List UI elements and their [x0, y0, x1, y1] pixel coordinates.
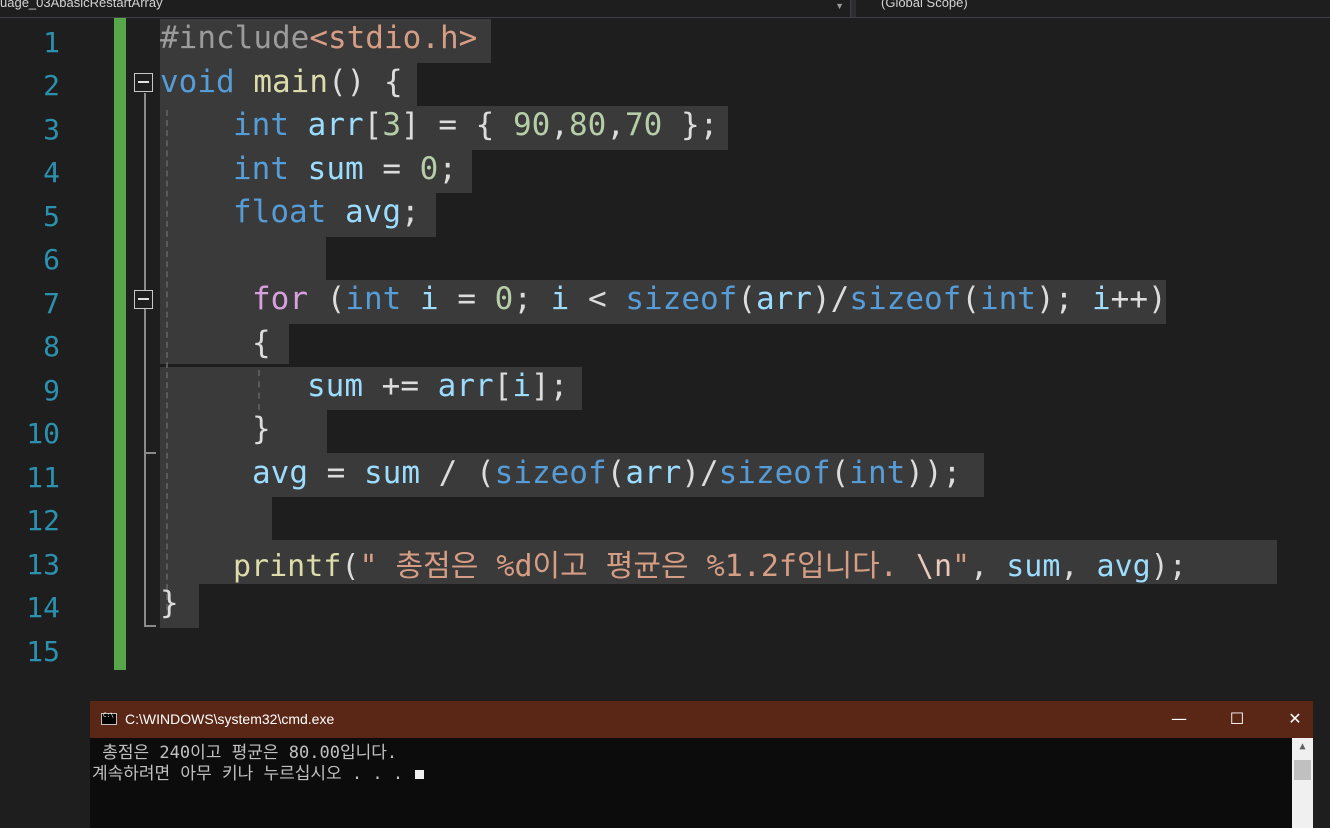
indent-guide [166, 110, 168, 610]
cmd-icon [101, 712, 117, 725]
fold-guide-line [144, 625, 156, 627]
collapse-icon[interactable] [134, 290, 153, 309]
line-number: 14 [26, 591, 60, 624]
line-number: 13 [26, 548, 60, 581]
line-number: 11 [26, 461, 60, 494]
line-number: 6 [43, 243, 60, 276]
minimize-button[interactable]: — [1164, 707, 1194, 731]
code-line-7[interactable]: for (int i = 0; i < sizeof(arr)/sizeof(i… [252, 281, 1167, 317]
code-line-10[interactable]: } [252, 411, 271, 447]
code-line-5[interactable]: float avg; [233, 194, 420, 230]
console-output-line: 계속하려면 아무 키나 누르십시오 . . . [92, 759, 425, 784]
maximize-button[interactable]: ☐ [1222, 707, 1252, 731]
console-title: C:\WINDOWS\system32\cmd.exe [125, 711, 335, 727]
scrollbar-thumb[interactable] [1294, 760, 1311, 780]
cursor [415, 770, 425, 779]
scope-dropdown-label: (Global Scope) [881, 0, 968, 10]
code-line-11[interactable]: avg = sum / (sizeof(arr)/sizeof(int)); [252, 455, 961, 491]
selection-highlight [160, 410, 327, 453]
fold-guide-line [144, 452, 156, 454]
indent-guide [258, 370, 260, 410]
navigation-bar: uage_03AbasicRestartArray ▼ (Global Scop… [0, 0, 1330, 18]
selection-highlight [160, 497, 272, 540]
console-scrollbar[interactable]: ▲ [1292, 738, 1313, 828]
line-number: 3 [43, 113, 60, 146]
line-number: 10 [26, 417, 60, 450]
code-line-9[interactable]: sum += arr[i]; [307, 368, 568, 404]
line-number: 4 [43, 156, 60, 189]
project-dropdown-label: uage_03AbasicRestartArray [0, 0, 163, 10]
line-number: 1 [43, 26, 60, 59]
console-title-bar[interactable]: C:\WINDOWS\system32\cmd.exe — ☐ ✕ [90, 701, 1313, 738]
line-number: 7 [43, 287, 60, 320]
line-number: 8 [43, 330, 60, 363]
close-button[interactable]: ✕ [1280, 707, 1310, 731]
selection-highlight [160, 237, 326, 280]
code-line-3[interactable]: int arr[3] = { 90,80,70 }; [233, 107, 718, 143]
line-number: 2 [43, 69, 60, 102]
project-dropdown[interactable]: uage_03AbasicRestartArray ▼ [0, 0, 851, 17]
scroll-up-icon[interactable]: ▲ [1292, 738, 1313, 756]
scope-dropdown[interactable]: (Global Scope) [856, 0, 1330, 17]
line-number: 5 [43, 200, 60, 233]
code-line-13[interactable]: printf(" 총점은 %d이고 평균은 %1.2f입니다. \n", sum… [233, 541, 1187, 585]
code-line-14[interactable]: } [160, 585, 179, 621]
code-line-4[interactable]: int sum = 0; [233, 151, 457, 187]
line-number: 15 [26, 635, 60, 668]
change-indicator-bar [114, 18, 126, 670]
line-number: 9 [43, 374, 60, 407]
code-line-8[interactable]: { [252, 325, 271, 361]
console-window[interactable]: C:\WINDOWS\system32\cmd.exe — ☐ ✕ 총점은 24… [90, 701, 1313, 828]
fold-guide-line [144, 310, 146, 453]
line-number: 12 [26, 504, 60, 537]
console-prompt-text: 계속하려면 아무 키나 누르십시오 . . . [92, 764, 414, 784]
code-line-1[interactable]: #include<stdio.h> [160, 20, 477, 56]
collapse-icon[interactable] [134, 73, 153, 92]
chevron-down-icon[interactable]: ▼ [835, 0, 844, 12]
code-line-2[interactable]: void main() { [160, 64, 403, 100]
